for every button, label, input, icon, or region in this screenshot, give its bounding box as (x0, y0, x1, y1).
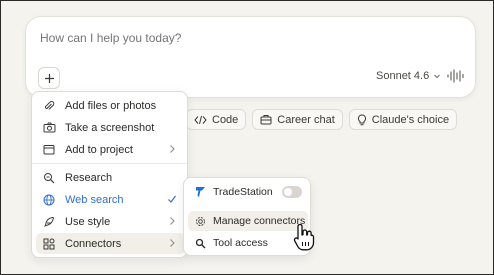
menu-item-add-files[interactable]: Add files or photos (36, 95, 185, 116)
pill-code[interactable]: Code (186, 109, 247, 130)
menu-item-label: Research (65, 171, 113, 184)
menu-divider (32, 163, 187, 164)
search-icon (194, 237, 206, 249)
menu-item-label: Add files or photos (65, 99, 157, 112)
submenu-item-label: Manage connectors (213, 215, 306, 227)
menu-item-web-search[interactable]: Web search (36, 189, 185, 210)
submenu-item-tool-access[interactable]: Tool access (188, 233, 308, 253)
menu-item-add-to-project[interactable]: Add to project (36, 139, 185, 160)
briefcase-icon (260, 115, 272, 125)
menu-item-label: Add to project (65, 143, 133, 156)
menu-item-use-style[interactable]: Use style (36, 211, 185, 232)
menu-item-label: Connectors (65, 237, 122, 250)
research-icon (42, 171, 56, 185)
feather-icon (42, 215, 56, 229)
model-selector[interactable]: Sonnet 4.6 (376, 70, 441, 82)
menu-item-screenshot[interactable]: Take a screenshot (36, 117, 185, 138)
chevron-down-icon (434, 74, 441, 79)
chevron-right-icon (170, 239, 175, 247)
add-attachment-button[interactable] (38, 67, 60, 89)
pill-label: Claude's choice (371, 113, 450, 126)
pill-label: Code (212, 113, 239, 126)
plus-icon (44, 73, 54, 83)
tradestation-toggle[interactable] (282, 186, 302, 198)
attachment-menu: Add files or photos Take a screenshot Ad… (31, 91, 188, 258)
checkmark-icon (168, 195, 176, 203)
pill-claudes-choice[interactable]: Claude's choice (348, 109, 458, 130)
gear-icon (194, 215, 206, 227)
submenu-item-tradestation[interactable]: TradeStation (188, 182, 308, 202)
menu-item-label: Take a screenshot (65, 121, 155, 134)
paperclip-icon (42, 99, 56, 113)
menu-item-label: Web search (65, 193, 124, 206)
chat-input[interactable] (40, 31, 440, 45)
folder-icon (42, 143, 56, 157)
submenu-item-label: TradeStation (213, 186, 273, 198)
chat-composer: Sonnet 4.6 (25, 16, 476, 98)
menu-item-research[interactable]: Research (36, 167, 185, 188)
connectors-icon (42, 237, 56, 251)
menu-item-label: Use style (65, 215, 111, 228)
camera-icon (42, 121, 56, 135)
pill-label: Career chat (277, 113, 335, 126)
model-label: Sonnet 4.6 (376, 70, 430, 82)
lightbulb-icon (357, 113, 366, 125)
submenu-item-label: Tool access (213, 237, 268, 249)
pill-career-chat[interactable]: Career chat (252, 109, 343, 130)
tradestation-icon (194, 186, 206, 198)
menu-item-connectors[interactable]: Connectors (36, 233, 185, 254)
connectors-submenu: TradeStation Manage connectors Tool acce… (183, 177, 311, 256)
chevron-right-icon (170, 217, 175, 225)
code-icon (194, 115, 207, 124)
hand-cursor-icon (293, 223, 315, 251)
voice-mode-icon[interactable] (446, 67, 464, 85)
chevron-right-icon (170, 145, 175, 153)
suggestion-pills: Code Career chat Claude's choice (186, 109, 458, 130)
globe-icon (42, 193, 56, 207)
submenu-item-manage-connectors[interactable]: Manage connectors (188, 211, 308, 231)
